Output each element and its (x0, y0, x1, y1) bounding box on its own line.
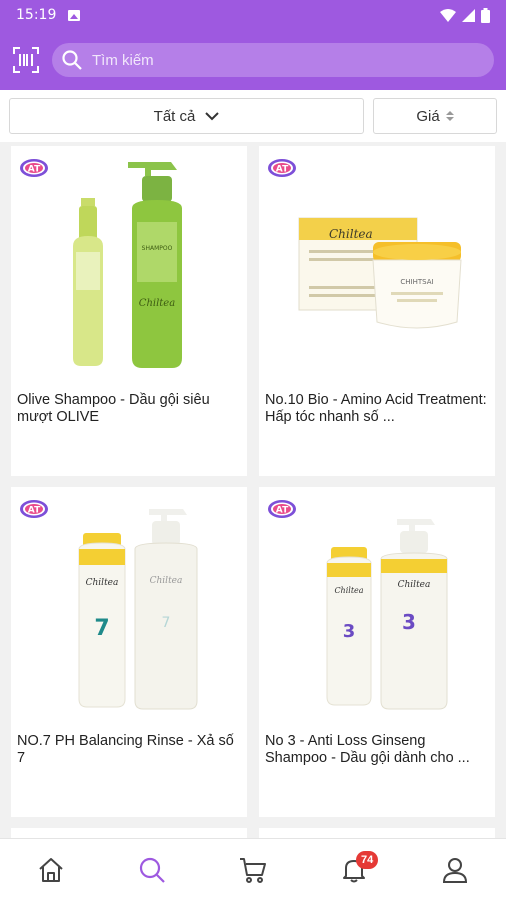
at-badge-icon: AT (268, 500, 296, 518)
bio-treatment-jar-image: Chiltea CHIHTSAI (298, 217, 462, 329)
product-card[interactable]: AT Chiltea CHIHTSAI No.10 Bio - Amino Ac… (259, 146, 495, 476)
sort-arrows-icon (445, 111, 454, 121)
ph-rinse-bottles-image: Chiltea 7 Chiltea 7 (78, 509, 198, 710)
search-icon (62, 50, 82, 70)
product-name: No.10 Bio - Amino Acid Treatment: Hấp tó… (265, 392, 487, 425)
search-icon (139, 857, 165, 883)
status-bar: 15:19 (0, 0, 506, 30)
cart-icon (239, 857, 266, 883)
product-name: NO.7 PH Balancing Rinse - Xả số 7 (17, 733, 234, 766)
user-icon (443, 857, 468, 883)
product-image: SHAMPOO Chiltea (11, 146, 247, 384)
svg-text:AT: AT (276, 506, 289, 516)
product-image: Chiltea CHIHTSAI (259, 146, 495, 384)
svg-text:7: 7 (162, 615, 171, 631)
product-card[interactable] (11, 828, 247, 838)
search-box[interactable] (52, 43, 494, 77)
signal-icon (462, 8, 475, 22)
chevron-down-icon (205, 111, 220, 121)
nav-search[interactable] (122, 845, 182, 895)
status-icons (440, 7, 490, 23)
svg-text:Chiltea: Chiltea (86, 578, 119, 588)
nav-profile[interactable] (425, 845, 485, 895)
price-sort-label: Giá (416, 107, 440, 125)
nav-cart[interactable] (223, 845, 283, 895)
at-badge-icon: AT (268, 159, 296, 177)
ginseng-shampoo-bottles-image: Chiltea 3 Chiltea 3 (326, 519, 448, 710)
wifi-icon (440, 8, 456, 22)
barcode-scan-button[interactable] (12, 46, 40, 74)
svg-text:CHIHTSAI: CHIHTSAI (400, 278, 433, 286)
svg-text:3: 3 (402, 610, 416, 634)
barcode-scan-icon (13, 47, 39, 73)
svg-text:AT: AT (28, 165, 41, 175)
svg-text:Chiltea: Chiltea (398, 580, 431, 590)
status-time: 15:19 (16, 7, 57, 23)
svg-text:Chiltea: Chiltea (139, 298, 175, 309)
at-badge-icon: AT (20, 500, 48, 518)
home-icon (38, 857, 63, 882)
category-filter-label: Tất cả (153, 107, 196, 125)
svg-text:3: 3 (343, 621, 356, 642)
at-badge-icon: AT (20, 159, 48, 177)
category-filter-dropdown[interactable]: Tất cả (9, 98, 364, 134)
search-header (0, 30, 506, 90)
svg-text:AT: AT (28, 506, 41, 516)
svg-text:SHAMPOO: SHAMPOO (142, 245, 173, 252)
svg-text:7: 7 (94, 616, 109, 641)
svg-text:AT: AT (276, 165, 289, 175)
notification-count-badge: 74 (356, 850, 379, 869)
svg-text:Chiltea: Chiltea (150, 576, 183, 586)
nav-notifications[interactable]: 74 (324, 845, 384, 895)
product-card[interactable]: AT Chiltea 3 Chiltea 3 No 3 - Anti Loss … (259, 487, 495, 817)
product-card[interactable] (259, 828, 495, 838)
svg-text:Chiltea: Chiltea (334, 586, 363, 595)
product-name: Olive Shampoo - Dầu gội siêu mượt OLIVE (17, 392, 210, 425)
price-sort-button[interactable]: Giá (373, 98, 497, 134)
product-card[interactable]: AT Chiltea 7 Chiltea 7 NO.7 PH Balancing… (11, 487, 247, 817)
image-notification-icon (68, 9, 81, 21)
nav-home[interactable] (21, 845, 81, 895)
product-grid: AT SHAMPOO Chiltea Olive Shampoo - Dầu g… (0, 142, 506, 838)
olive-shampoo-bottles-image: SHAMPOO Chiltea (73, 162, 182, 368)
bottom-nav: 74 (0, 838, 506, 900)
product-name: No 3 - Anti Loss Ginseng Shampoo - Dầu g… (265, 733, 470, 766)
battery-icon (481, 7, 490, 23)
product-image: Chiltea 7 Chiltea 7 (11, 487, 247, 725)
product-card[interactable]: AT SHAMPOO Chiltea Olive Shampoo - Dầu g… (11, 146, 247, 476)
svg-text:Chiltea: Chiltea (329, 227, 373, 241)
search-input[interactable] (92, 51, 484, 69)
product-image: Chiltea 3 Chiltea 3 (259, 487, 495, 725)
filter-bar: Tất cả Giá (0, 90, 506, 142)
